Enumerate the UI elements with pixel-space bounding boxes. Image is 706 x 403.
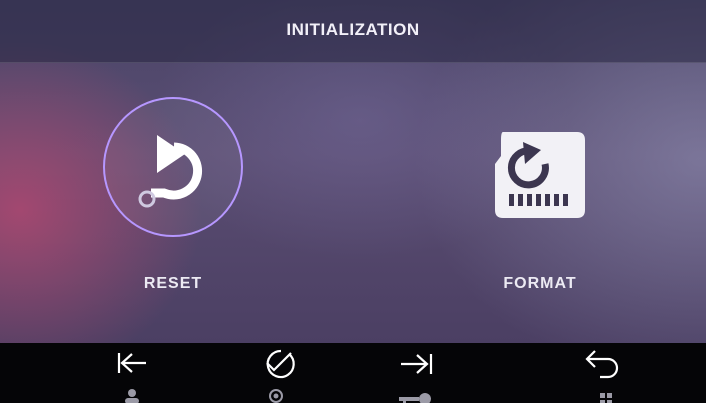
- reset-label: RESET: [143, 275, 203, 292]
- format-label: FORMAT: [503, 275, 577, 292]
- user-icon: [125, 389, 139, 403]
- header-bar: INITIALIZATION: [0, 0, 706, 63]
- reset-button[interactable]: [103, 97, 243, 237]
- initialization-screen: INITIALIZATION RESET FORMAT: [0, 0, 706, 403]
- confirm-button[interactable]: [235, 343, 315, 403]
- key-icon: [399, 393, 431, 403]
- sd-card-format-icon: [495, 132, 585, 218]
- next-button[interactable]: [395, 343, 475, 403]
- format-button[interactable]: [485, 120, 595, 230]
- arrow-right-to-line-icon: [399, 354, 433, 403]
- check-circle-icon: [266, 349, 295, 403]
- record-icon: [269, 389, 283, 403]
- page-title: INITIALIZATION: [286, 20, 420, 39]
- bottom-toolbar: [0, 343, 706, 403]
- back-button[interactable]: [566, 343, 646, 403]
- return-arrow-icon: [585, 350, 619, 403]
- reset-icon: [138, 135, 203, 208]
- arrow-left-to-line-icon: [117, 353, 146, 403]
- previous-button[interactable]: [95, 343, 175, 403]
- grid-icon: [600, 393, 612, 403]
